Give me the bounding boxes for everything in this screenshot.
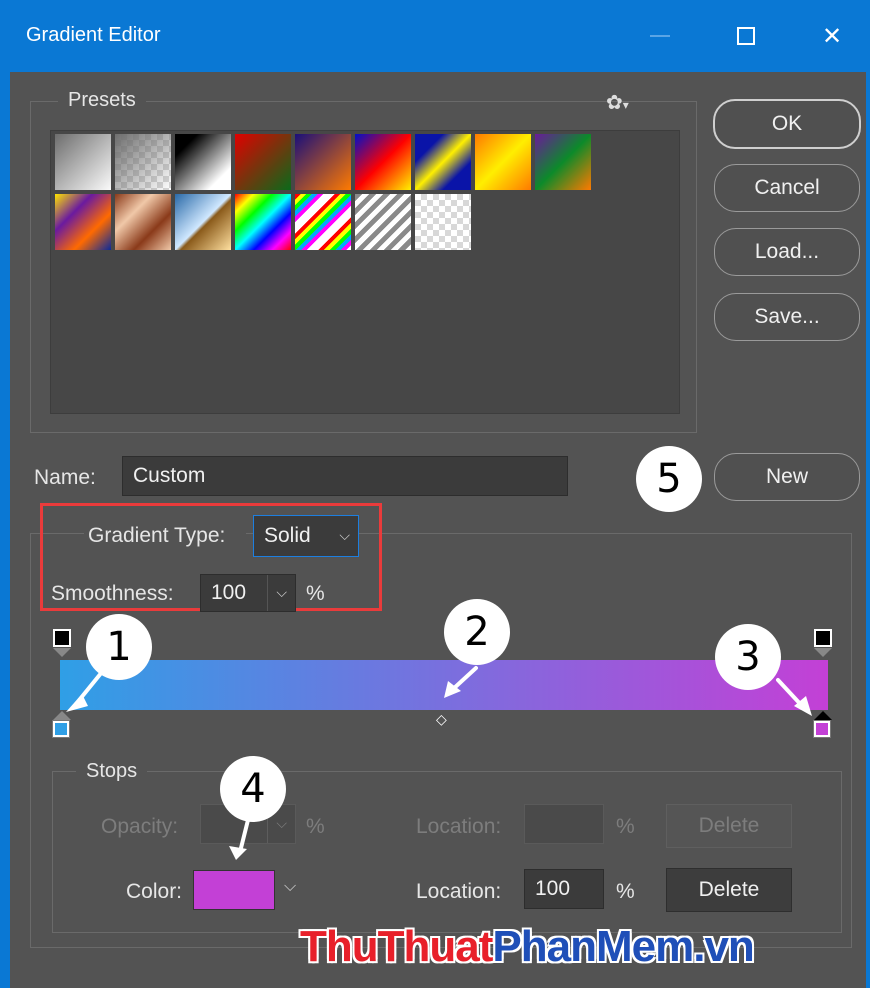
callout-3: 3 — [715, 624, 781, 690]
watermark-part-1: ThuThuat — [300, 922, 493, 971]
callout-4: 4 — [220, 756, 286, 822]
callout-arrows — [66, 666, 812, 860]
callout-1: 1 — [86, 614, 152, 680]
watermark: ThuThuatPhanMem.vn — [300, 922, 755, 972]
watermark-part-2: PhanMem — [492, 922, 694, 971]
callout-5: 5 — [636, 446, 702, 512]
callout-2: 2 — [444, 599, 510, 665]
watermark-part-3: .vn — [693, 922, 755, 971]
